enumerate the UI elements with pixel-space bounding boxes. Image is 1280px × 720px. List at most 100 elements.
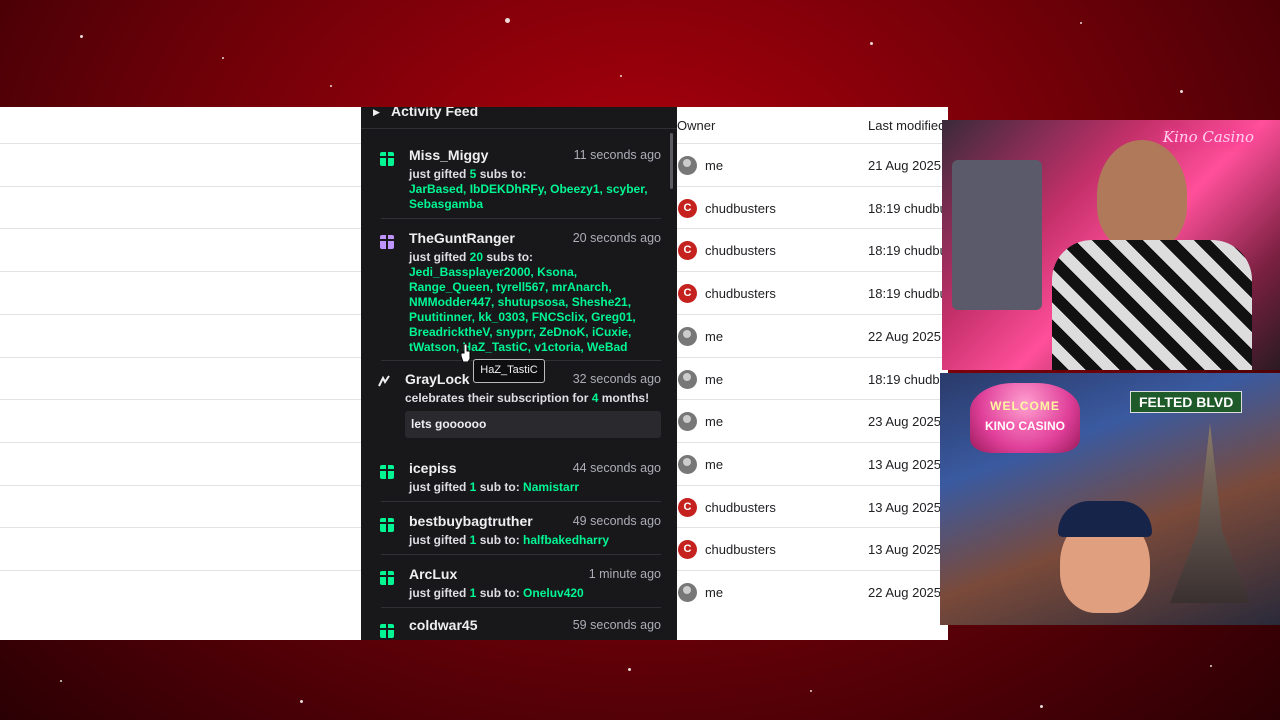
entry-text: just gifted 1 sub to: halfbakedharry — [409, 533, 655, 548]
entry-recipients[interactable]: Oneluv420 — [523, 586, 584, 600]
owner-column-header[interactable]: Owner — [677, 118, 715, 133]
entry-action-suffix: months! — [598, 391, 650, 405]
entry-action-suffix: subs to: — [476, 167, 527, 181]
entry-username[interactable]: bestbuybagtruther — [409, 513, 533, 529]
owner-name: chudbusters — [705, 200, 776, 216]
owner-name: me — [705, 328, 724, 344]
feed-scrollbar[interactable] — [670, 133, 673, 189]
last-modified-cell: 18:19 chudbu — [868, 286, 947, 302]
header-divider — [361, 128, 677, 129]
entry-action: celebrates their subscription for — [405, 391, 592, 405]
owner-name: chudbusters — [705, 286, 776, 302]
entry-username[interactable]: ArcLux — [409, 566, 457, 582]
entry-recipients[interactable]: Jedi_Bassplayer2000, Ksona, Range_Queen,… — [409, 265, 636, 354]
last-modified-cell: 18:19 chudbu — [868, 243, 947, 259]
owner-avatar — [678, 583, 697, 602]
entry-action-suffix: sub to: — [476, 533, 524, 547]
plaid-shirt — [1052, 240, 1252, 370]
entry-action: just gifted — [409, 480, 470, 494]
owner-avatar — [678, 156, 697, 175]
entry-timestamp: 20 seconds ago — [572, 231, 661, 245]
entry-timestamp: 44 seconds ago — [572, 461, 661, 475]
last-modified-cell: 18:19 chudbu — [868, 371, 947, 387]
gift-icon — [380, 235, 394, 249]
entry-recipients[interactable]: Namistarr — [523, 480, 579, 494]
gift-icon — [380, 624, 394, 638]
owner-name: chudbusters — [705, 499, 776, 515]
collapse-arrow-icon[interactable]: ▶ — [373, 107, 380, 118]
owner-name: me — [705, 414, 724, 430]
entry-recipients[interactable]: halfbakedharry — [523, 533, 609, 547]
entry-action: just gifted — [409, 533, 470, 547]
entry-timestamp: 11 seconds ago — [573, 148, 661, 162]
owner-avatar — [678, 369, 697, 389]
entry-username[interactable]: icepiss — [409, 460, 456, 476]
entry-username[interactable]: coldwar45 — [409, 617, 477, 633]
entry-text: celebrates their subscription for 4 mont… — [405, 391, 665, 406]
gift-icon — [380, 152, 394, 166]
entry-action-suffix: subs to: — [483, 250, 534, 264]
entry-username[interactable]: GrayLock — [405, 371, 470, 387]
activity-feed-title: Activity Feed — [391, 107, 479, 119]
star-icon — [378, 375, 390, 387]
owner-avatar: C — [678, 198, 697, 218]
username-tooltip: HaZ_TastiC — [473, 359, 545, 383]
entry-text: just gifted 1 sub to: Namistarr — [409, 480, 655, 495]
last-modified-cell: 13 Aug 2025 — [868, 456, 942, 472]
slot-machine — [952, 160, 1042, 310]
entry-action: just gifted — [409, 250, 470, 264]
entry-divider — [381, 218, 661, 219]
street-sign: FELTED BLVD — [1130, 391, 1243, 413]
entry-timestamp: 32 seconds ago — [572, 372, 661, 386]
entry-timestamp: 1 minute ago — [588, 567, 661, 581]
resub-message-text: lets goooooo — [411, 417, 487, 431]
owner-avatar: C — [678, 241, 697, 261]
last-modified-cell: 13 Aug 2025 — [868, 499, 942, 515]
owner-name: me — [705, 456, 724, 472]
entry-recipients[interactable]: JarBased, IbDEKDhRFy, Obeezy1, scyber, S… — [409, 182, 648, 211]
owner-avatar — [678, 454, 697, 474]
eiffel-tower-prop — [1170, 423, 1250, 603]
gift-icon — [380, 571, 394, 585]
entry-divider — [381, 607, 661, 608]
last-modified-cell: 22 Aug 2025 — [868, 328, 942, 344]
entry-divider — [381, 501, 661, 502]
resub-message: lets goooooo — [405, 411, 661, 438]
last-modified-cell: 23 Aug 2025 — [868, 414, 942, 430]
webcam-bottom: WELCOME KINO CASINO FELTED BLVD — [940, 373, 1280, 625]
owner-name: me — [705, 158, 724, 173]
last-modified-cell: 18:19 chudbu — [868, 200, 947, 216]
last-modified-column-header[interactable]: Last modified — [868, 118, 945, 133]
welcome-sign: WELCOME KINO CASINO — [970, 383, 1080, 453]
owner-name: chudbusters — [705, 243, 776, 259]
entry-username[interactable]: Miss_Miggy — [409, 147, 488, 163]
entry-username[interactable]: TheGuntRanger — [409, 230, 515, 246]
owner-name: chudbusters — [705, 542, 776, 558]
owner-name: me — [705, 585, 724, 600]
entry-action-suffix: sub to: — [476, 480, 524, 494]
entry-action-suffix: sub to: — [476, 586, 524, 600]
hand-cursor-icon — [461, 344, 471, 362]
owner-avatar: C — [678, 284, 697, 304]
entry-count: 20 — [469, 250, 484, 264]
owner-avatar: C — [678, 540, 697, 560]
kino-casino-logo: Kino Casino — [1162, 128, 1254, 146]
streamer-head — [1097, 140, 1187, 250]
last-modified-cell: 21 Aug 2025 — [868, 158, 942, 173]
welcome-sign-bottom-text: KINO CASINO — [984, 419, 1065, 433]
activity-feed-header: ▶ Activity Feed — [361, 107, 677, 127]
owner-name: me — [705, 371, 724, 387]
welcome-sign-top-text: WELCOME — [990, 399, 1060, 413]
entry-action: just gifted — [409, 586, 470, 600]
entry-divider — [381, 554, 661, 555]
webcam-top: Kino Casino — [942, 120, 1280, 370]
gift-icon — [380, 465, 394, 479]
entry-action: just gifted — [409, 167, 470, 181]
entry-text: just gifted 20 subs to: Jedi_Bassplayer20… — [409, 250, 655, 355]
last-modified-cell: 13 Aug 2025 — [868, 542, 942, 558]
entry-text: just gifted 5 subs to: JarBased, IbDEKDhR… — [409, 167, 655, 212]
last-modified-cell: 22 Aug 2025 — [868, 585, 942, 600]
gift-icon — [380, 518, 394, 532]
cap — [1058, 501, 1152, 537]
owner-avatar: C — [678, 497, 697, 517]
